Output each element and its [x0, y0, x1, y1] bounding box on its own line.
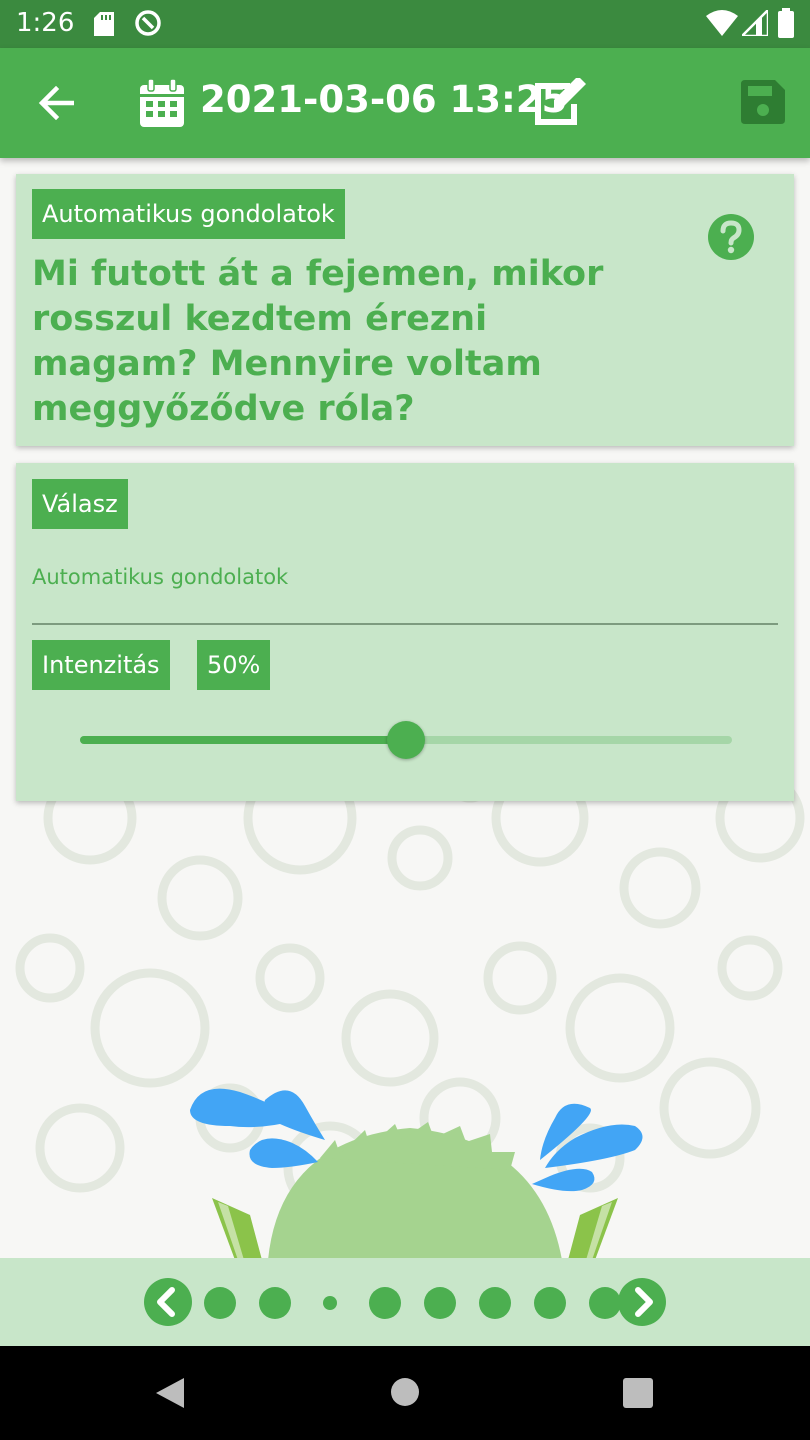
answer-card: Válasz Automatikus gondolatok Intenzitás…	[16, 463, 794, 801]
intensity-slider-thumb[interactable]	[387, 721, 425, 759]
question-card: Automatikus gondolatok Mi futott át a fe…	[16, 174, 794, 446]
entry-datetime-title[interactable]: 2021-03-06 13:25	[200, 78, 567, 121]
sync-icon	[135, 10, 161, 36]
intensity-slider-fill	[80, 736, 406, 744]
chevron-right-icon[interactable]	[618, 1278, 666, 1326]
nav-home-icon[interactable]	[390, 1377, 420, 1407]
chevron-left-icon[interactable]	[144, 1278, 192, 1326]
intensity-value-badge: 50%	[197, 640, 271, 690]
answer-input[interactable]: Automatikus gondolatok	[32, 565, 288, 589]
question-category-tag: Automatikus gondolatok	[32, 189, 345, 239]
sd-card-icon	[94, 12, 114, 36]
page-dot[interactable]	[259, 1287, 291, 1319]
intensity-label: Intenzitás	[32, 640, 170, 690]
edit-icon[interactable]	[534, 78, 590, 126]
calendar-icon[interactable]	[140, 79, 184, 127]
battery-icon	[778, 8, 794, 38]
monster-mascot-illustration	[190, 1088, 643, 1260]
page-dot[interactable]	[424, 1287, 456, 1319]
page-dot[interactable]	[369, 1287, 401, 1319]
page-dot[interactable]	[479, 1287, 511, 1319]
system-navigation-bar	[0, 1346, 810, 1440]
back-arrow-icon[interactable]	[38, 86, 74, 120]
page-dot[interactable]	[534, 1287, 566, 1319]
page-dot[interactable]	[589, 1287, 621, 1319]
app-bar: 2021-03-06 13:25	[0, 48, 810, 158]
answer-tag: Válasz	[32, 479, 128, 529]
signal-icon	[742, 10, 768, 36]
status-time: 1:26	[16, 8, 75, 38]
answer-input-underline	[32, 623, 778, 625]
status-bar: 1:26	[0, 0, 810, 48]
page-indicator-bar	[0, 1258, 810, 1346]
nav-recents-icon[interactable]	[622, 1377, 654, 1409]
intensity-slider[interactable]	[80, 721, 732, 759]
help-icon[interactable]	[708, 214, 754, 260]
page-dot[interactable]	[204, 1287, 236, 1319]
wifi-icon	[706, 10, 738, 36]
page-dot-current[interactable]	[323, 1296, 337, 1310]
save-icon[interactable]	[741, 80, 785, 124]
question-text: Mi futott át a fejemen, mikor rosszul ke…	[32, 254, 604, 429]
nav-back-icon[interactable]	[154, 1376, 186, 1410]
